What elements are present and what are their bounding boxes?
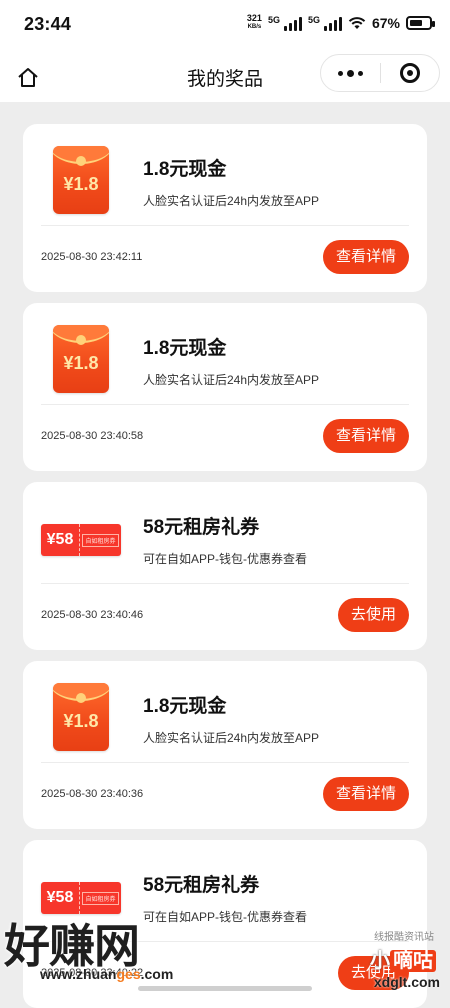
red-envelope-thumbnail: ¥1.8: [41, 683, 121, 755]
view-details-button[interactable]: 查看详情: [322, 419, 409, 453]
status-time: 23:44: [24, 14, 72, 34]
coupon-icon: ¥58 自如租房券: [41, 524, 121, 556]
watermark-left: 好赚网 www.zhuanges.com: [4, 920, 174, 982]
red-envelope-thumbnail: ¥1.8: [41, 325, 121, 397]
prize-card: ¥1.8 1.8元现金 人脸实名认证后24h内发放至APP 2025-08-30…: [23, 661, 427, 829]
use-coupon-button[interactable]: 去使用: [337, 598, 409, 632]
nav-bar: 我的奖品: [0, 52, 450, 102]
card-divider: [41, 762, 409, 763]
card-divider: [41, 404, 409, 405]
prize-timestamp: 2025-08-30 23:40:36: [41, 788, 144, 800]
status-icons: 321 KB/s 5G 5G 67%: [246, 13, 435, 32]
red-envelope-icon: ¥1.8: [53, 683, 109, 751]
signal-sim2-icon: 5G: [308, 15, 342, 31]
close-button[interactable]: [381, 55, 439, 91]
prize-card: ¥1.8 1.8元现金 人脸实名认证后24h内发放至APP 2025-08-30…: [23, 303, 427, 471]
prize-description: 人脸实名认证后24h内发放至APP: [143, 731, 320, 745]
view-details-button[interactable]: 查看详情: [322, 777, 409, 811]
target-close-icon: [400, 63, 420, 83]
network-speed: 321 KB/s: [246, 13, 262, 31]
prize-timestamp: 2025-08-30 23:40:46: [41, 609, 144, 621]
prize-card: ¥1.8 1.8元现金 人脸实名认证后24h内发放至APP 2025-08-30…: [23, 124, 427, 292]
more-button[interactable]: [321, 55, 380, 91]
watermark-right: 线报酷资讯站 小嘀咕 xdglt.com: [370, 932, 440, 990]
prize-card: ¥58 自如租房券 58元租房礼券 可在自如APP-钱包-优惠券查看 2025-…: [23, 482, 427, 650]
red-envelope-thumbnail: ¥1.8: [41, 146, 121, 218]
card-divider: [41, 225, 409, 226]
battery-percent: 67%: [371, 15, 400, 31]
prize-description: 可在自如APP-钱包-优惠券查看: [143, 552, 308, 566]
prize-description: 人脸实名认证后24h内发放至APP: [143, 194, 320, 208]
prize-title: 1.8元现金: [143, 338, 227, 359]
prize-title: 1.8元现金: [143, 159, 227, 180]
prize-title: 58元租房礼券: [143, 875, 260, 896]
coupon-thumbnail: ¥58 自如租房券: [41, 504, 121, 576]
red-envelope-icon: ¥1.8: [53, 146, 109, 214]
view-details-button[interactable]: 查看详情: [322, 240, 409, 274]
wifi-icon: [348, 17, 366, 29]
home-indicator: [138, 986, 312, 991]
prize-title: 1.8元现金: [143, 696, 227, 717]
status-bar: 23:44 321 KB/s 5G 5G 67%: [0, 0, 450, 52]
red-envelope-icon: ¥1.8: [53, 325, 109, 393]
more-dots-icon: [338, 70, 343, 76]
prize-title: 58元租房礼券: [143, 517, 260, 538]
prize-timestamp: 2025-08-30 23:40:58: [41, 430, 144, 442]
prize-description: 人脸实名认证后24h内发放至APP: [143, 373, 320, 387]
card-divider: [41, 583, 409, 584]
prize-timestamp: 2025-08-30 23:42:11: [41, 251, 143, 263]
signal-sim1-icon: 5G: [268, 15, 302, 31]
battery-icon: [406, 16, 435, 30]
mini-program-capsule: [320, 54, 440, 92]
